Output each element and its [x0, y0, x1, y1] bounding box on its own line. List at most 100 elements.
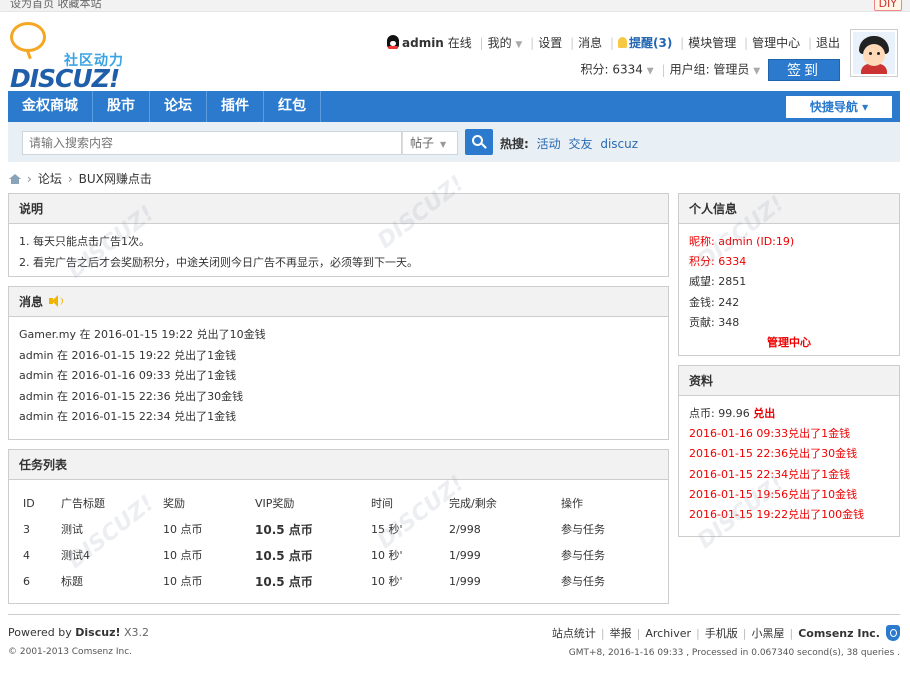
- search-button[interactable]: [465, 129, 493, 155]
- nav-item-mall[interactable]: 金权商城: [8, 91, 93, 122]
- profile-contribution: 贡献: 348: [689, 315, 740, 329]
- col-header-reward: 奖励: [163, 497, 185, 510]
- powered-by: Powered by Discuz! X3.2: [8, 626, 150, 639]
- breadcrumb-current[interactable]: BUX网赚点击: [79, 172, 152, 186]
- footer-link-mobile[interactable]: 手机版: [705, 627, 738, 640]
- footer-link-stats[interactable]: 站点统计: [552, 627, 596, 640]
- breadcrumb-forum[interactable]: 论坛: [38, 172, 62, 186]
- page-stats: GMT+8, 2016-1-16 09:33 , Processed in 0.…: [568, 648, 900, 658]
- settings-link[interactable]: 设置: [538, 36, 562, 50]
- usergroup-menu[interactable]: 用户组: 管理员: [670, 63, 750, 77]
- tasks-table: ID 广告标题 奖励 VIP奖励 时间 完成/剩余 操作 3 测试 10 点币 …: [23, 490, 654, 594]
- task-id: 6: [23, 574, 30, 588]
- message-item: admin 在 2016-01-15 19:22 兑出了1金钱: [19, 348, 237, 362]
- nav-item-redpacket[interactable]: 红包: [264, 91, 321, 122]
- chevron-down-icon: ▼: [440, 140, 447, 149]
- redeem-history-item: 2016-01-15 19:56兑出了10金钱: [689, 487, 858, 501]
- nav-item-plugins[interactable]: 插件: [207, 91, 264, 122]
- shield-icon: [886, 625, 900, 641]
- chevron-down-icon: ▼: [646, 66, 654, 77]
- messages-title: 消息: [19, 295, 44, 309]
- message-item: admin 在 2016-01-15 22:34 兑出了1金钱: [19, 410, 237, 423]
- speaker-icon: [49, 295, 64, 307]
- company-link[interactable]: Comsenz Inc.: [798, 627, 880, 640]
- diy-button[interactable]: DIY: [873, 0, 902, 11]
- notice-title: 说明: [9, 194, 668, 224]
- nav-item-stocks[interactable]: 股市: [93, 91, 150, 122]
- redeem-history-item: 2016-01-15 22:36兑出了30金钱: [689, 447, 858, 461]
- profile-nickname: 昵称: admin (ID:19): [689, 235, 795, 248]
- username-link[interactable]: admin: [402, 36, 444, 50]
- reminder-link[interactable]: 提醒(3): [629, 36, 672, 50]
- my-menu[interactable]: 我的: [488, 36, 512, 50]
- avatar[interactable]: [850, 29, 898, 77]
- logo-brand: DISCUZ!: [10, 64, 120, 93]
- hot-searches: 热搜: 活动 交友 discuz: [500, 135, 642, 152]
- home-icon[interactable]: [9, 174, 21, 184]
- messages-header: 消息: [9, 287, 668, 317]
- task-progress: 1/999: [449, 548, 481, 562]
- task-progress: 1/999: [449, 574, 481, 588]
- col-header-action: 操作: [561, 497, 583, 510]
- profile-prestige: 威望: 2851: [689, 275, 747, 289]
- logout-link[interactable]: 退出: [816, 36, 840, 50]
- table-row: 3 测试 10 点币 10.5 点币 15 秒' 2/998 参与任务: [23, 516, 654, 542]
- discuz-link[interactable]: Discuz!: [75, 626, 120, 639]
- hot-search-term[interactable]: 交友: [568, 137, 592, 151]
- col-header-progress: 完成/剩余: [449, 497, 497, 510]
- join-task-button[interactable]: 参与任务: [561, 568, 654, 594]
- task-reward: 10 点币: [163, 523, 203, 536]
- admin-center-button[interactable]: 管理中心: [689, 333, 889, 353]
- task-id: 3: [23, 522, 30, 536]
- footer-link-report[interactable]: 举报: [610, 627, 632, 640]
- site-logo[interactable]: 社区动力 DISCUZ!: [10, 22, 150, 93]
- col-header-vip-reward: VIP奖励: [255, 497, 295, 510]
- col-header-time: 时间: [371, 497, 393, 510]
- set-homepage-link[interactable]: 设为首页 收藏本站: [10, 0, 102, 11]
- user-nav: admin 在线 | 我的 ▼ | 设置 | 消息 | 提醒(3) | 模块管理 | 管理中…: [387, 34, 840, 51]
- table-row: 6 标题 10 点币 10.5 点币 10 秒' 1/999 参与任务: [23, 568, 654, 594]
- footer-divider: [8, 614, 900, 615]
- table-header-row: ID 广告标题 奖励 VIP奖励 时间 完成/剩余 操作: [23, 490, 654, 516]
- footer-link-archiver[interactable]: Archiver: [645, 627, 691, 640]
- profile-panel: 个人信息 昵称: admin (ID:19) 积分: 6334 威望: 2851…: [678, 193, 900, 356]
- points-menu[interactable]: 积分: 6334: [581, 63, 643, 77]
- task-vip-reward: 10.5 点币: [255, 522, 313, 537]
- message-item: admin 在 2016-01-16 09:33 兑出了1金钱: [19, 369, 237, 382]
- admin-center-link[interactable]: 管理中心: [752, 36, 800, 50]
- messages-panel: 消息 Gamer.my 在 2016-01-15 19:22 兑出了10金钱 a…: [8, 286, 669, 440]
- col-header-title: 广告标题: [61, 497, 105, 510]
- search-input[interactable]: [22, 131, 402, 155]
- table-row: 4 测试4 10 点币 10.5 点币 10 秒' 1/999 参与任务: [23, 542, 654, 568]
- task-vip-reward: 10.5 点币: [255, 548, 313, 563]
- join-task-button[interactable]: 参与任务: [561, 516, 654, 542]
- top-utility-bar: 设为首页 收藏本站 DIY: [0, 0, 910, 12]
- footer-link-blacklist[interactable]: 小黑屋: [751, 627, 784, 640]
- qq-icon: [387, 35, 399, 49]
- signin-button[interactable]: 签到: [768, 59, 840, 81]
- main-nav: 金权商城 股市 论坛 插件 红包 快捷导航 ▾: [8, 91, 900, 122]
- top-right-tools: DIY: [873, 0, 902, 11]
- task-title[interactable]: 测试: [61, 516, 163, 542]
- redeem-button[interactable]: 兑出: [753, 407, 775, 420]
- join-task-button[interactable]: 参与任务: [561, 542, 654, 568]
- redeem-history-item: 2016-01-16 09:33兑出了1金钱: [689, 427, 851, 441]
- task-vip-reward: 10.5 点币: [255, 574, 313, 589]
- hot-search-term[interactable]: 活动: [537, 137, 561, 151]
- search-type-select[interactable]: 帖子 ▼: [402, 131, 458, 155]
- task-title[interactable]: 测试4: [61, 542, 163, 568]
- messages-link[interactable]: 消息: [578, 36, 602, 50]
- chevron-down-icon: ▼: [515, 40, 523, 50]
- hot-search-term[interactable]: discuz: [600, 137, 638, 151]
- assets-panel: 资料 点币: 99.96 兑出 2016-01-16 09:33兑出了1金钱 2…: [678, 365, 900, 537]
- profile-money: 金钱: 242: [689, 295, 740, 309]
- search-bar: 帖子▼ 热搜: 活动 交友 discuz: [8, 122, 900, 162]
- task-title[interactable]: 标题: [61, 568, 163, 594]
- quick-nav-button[interactable]: 快捷导航 ▾: [786, 96, 892, 118]
- tasks-title: 任务列表: [9, 450, 668, 480]
- hot-search-label: 热搜:: [500, 137, 529, 151]
- notice-line: 1. 每天只能点击广告1次。: [19, 235, 150, 248]
- footer-links: 站点统计 | 举报 | Archiver | 手机版 | 小黑屋 | Comsenz Inc.: [552, 625, 900, 641]
- nav-item-forum[interactable]: 论坛: [150, 91, 207, 122]
- module-management-link[interactable]: 模块管理: [688, 36, 736, 50]
